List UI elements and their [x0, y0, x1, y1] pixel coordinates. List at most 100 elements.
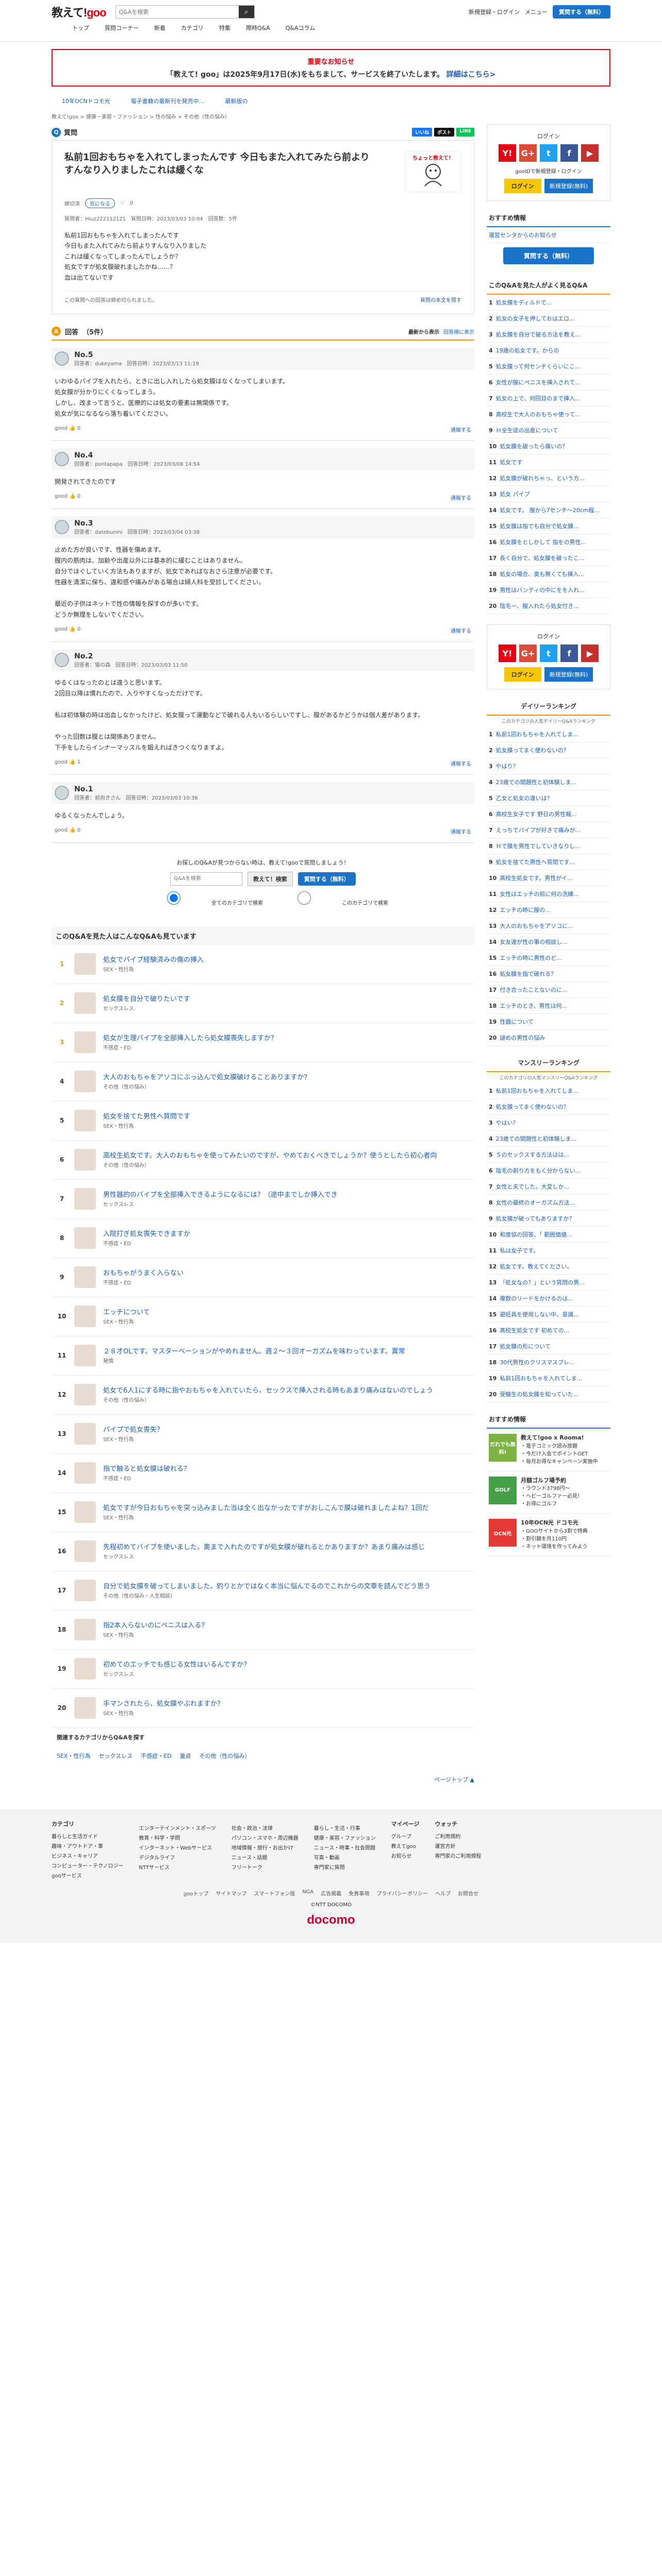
- breadcrumb[interactable]: 教えて!goo > 健康・美容・ファッション > 性の悩み > その他（性の悩み…: [52, 108, 610, 124]
- side-list-item[interactable]: 5 処女膜って何センチくらいにこ...: [487, 359, 610, 375]
- footer-bottom-link[interactable]: サイトマップ: [216, 1889, 247, 1897]
- side-list-item[interactable]: 15 処女膜は指でも自分で処女膜...: [487, 518, 610, 534]
- side-list-item[interactable]: 9 処女膜が破ってもありますか？: [487, 1211, 610, 1227]
- report-link[interactable]: 通報する: [451, 626, 471, 634]
- related-item[interactable]: 2 処女膜を自分で破りたいです セックスレス: [52, 984, 474, 1023]
- side-list-item[interactable]: 14 複数のリードをかけるのは...: [487, 1291, 610, 1307]
- related-item[interactable]: 20 手マンされたら、処女膜やぶれますか？ SEX・性行為: [52, 1689, 474, 1728]
- related-item[interactable]: 18 指2本入らないのにペニスは入る？ SEX・性行為: [52, 1611, 474, 1650]
- side-list-item[interactable]: 17 付き合ったことないのに...: [487, 982, 610, 998]
- side-list-item[interactable]: 3 やはい？: [487, 1115, 610, 1131]
- side-list-item[interactable]: 14 処女です。 膣から7センチ〜20cm程...: [487, 502, 610, 518]
- cta-search-button[interactable]: 教えて！検索: [247, 871, 293, 886]
- footer-link[interactable]: 教育・科学・学問: [139, 1833, 216, 1842]
- related-title[interactable]: 処女膜を自分で破りたいです: [103, 995, 190, 1004]
- related-title[interactable]: 男性器的のパイプを全部挿入できるようになるには？（途中までしか挿入でき: [103, 1191, 338, 1200]
- side-list-item[interactable]: 16 高校生処女です 初めての...: [487, 1323, 610, 1338]
- side-list-item[interactable]: 9 処女を捨てた男性へ質問です...: [487, 854, 610, 870]
- related-item[interactable]: 13 パイプで処女喪失？ SEX・性行為: [52, 1415, 474, 1454]
- login-link[interactable]: 新規登録・ログイン: [469, 8, 520, 16]
- related-title[interactable]: 大人のおもちゃをアソコにぶっ込んで処女膜破けることありますか？: [103, 1073, 310, 1082]
- twitter-login-icon[interactable]: t: [540, 645, 557, 662]
- ad-item[interactable]: だれでも無料! 教えて!goo x Rooma! ・電子コミック読み放題 ・今だけ入会…: [487, 1429, 610, 1471]
- facebook-share-button[interactable]: いいね: [412, 128, 433, 137]
- side-list-item[interactable]: 5 乙女と処女の違いは？: [487, 790, 610, 806]
- side-list-item[interactable]: 7 女性と夫でした。大変しか...: [487, 1179, 610, 1195]
- related-title[interactable]: 処女ですが今日おもちゃを突っ込みました当は全く出なかったですがおしこんで膜は破れ…: [103, 1504, 429, 1513]
- footer-bottom-link[interactable]: プライバシーポリシー: [376, 1889, 428, 1897]
- category-link[interactable]: その他（性の悩み）: [200, 1752, 251, 1760]
- category-link[interactable]: SEX・性行為: [57, 1752, 90, 1760]
- other-login-icon[interactable]: ▶: [581, 144, 599, 162]
- footer-link[interactable]: エンターテインメント・スポーツ: [139, 1823, 216, 1833]
- radio-this-category[interactable]: このカテゴリで検索: [268, 891, 388, 906]
- side-list-item[interactable]: 2 処女膜ってまく使わないの？: [487, 742, 610, 758]
- side-list-item[interactable]: 18 処女の場合、奥も無くても挿入...: [487, 566, 610, 582]
- related-title[interactable]: 指で触ると処女膜は破れる？: [103, 1465, 190, 1474]
- side-list-item[interactable]: 19 性器について: [487, 1014, 610, 1030]
- side-list-item[interactable]: 1 私前1回おもちゃを入れてしま...: [487, 1083, 610, 1099]
- related-title[interactable]: 初めてのエッチでも感じる女性はいるんですか？: [103, 1660, 250, 1670]
- footer-link[interactable]: グループ: [391, 1831, 420, 1841]
- side-list-item[interactable]: 12 処女膜が破れちゃっ、という方...: [487, 470, 610, 486]
- related-title[interactable]: おもちゃがうまく入らない: [103, 1269, 184, 1278]
- google-login-icon[interactable]: G+: [519, 645, 537, 662]
- footer-bottom-link[interactable]: スマートフォン版: [254, 1889, 295, 1897]
- related-title[interactable]: 手マンされたら、処女膜やぶれますか？: [103, 1700, 224, 1709]
- page-top-link[interactable]: ページトップ: [434, 1776, 468, 1783]
- related-title[interactable]: 処女が生理パイプを全部挿入したら処女膜喪失しますか？: [103, 1034, 277, 1043]
- related-item[interactable]: 15 処女ですが今日おもちゃを突っ込みました当は全く出なかったですがおしこんで膜は…: [52, 1493, 474, 1532]
- footer-link[interactable]: ご利用規約: [435, 1831, 481, 1841]
- side-list-item[interactable]: 8 高校生で大人のおもちゃ使って...: [487, 406, 610, 422]
- footer-bottom-link[interactable]: 免責事項: [349, 1889, 369, 1897]
- facebook-login-icon[interactable]: f: [560, 144, 578, 162]
- side-list-item[interactable]: 15 エッチの時に男性のど...: [487, 950, 610, 966]
- related-title[interactable]: エッチについて: [103, 1308, 150, 1317]
- footer-link[interactable]: gooサービス: [52, 1870, 123, 1880]
- search-icon[interactable]: ⌕: [238, 6, 254, 18]
- notice-detail-link[interactable]: 詳細はこちら>: [446, 71, 496, 79]
- related-item[interactable]: 3 処女が生理パイプを全部挿入したら処女膜喪失しますか？ 不感症・ED: [52, 1023, 474, 1062]
- side-list-item[interactable]: 7 処女の上で、何回目のまで挿入...: [487, 391, 610, 406]
- good-button[interactable]: good: [55, 626, 68, 632]
- related-item[interactable]: 17 自分で処女膜を破ってしまいました。釣りとかではなく本当に悩んでるのでこれから…: [52, 1571, 474, 1611]
- related-title[interactable]: ２８才OLです。マスターベーションがやめれません。週２〜３回オーガズムを味わって…: [103, 1347, 405, 1357]
- footer-link[interactable]: お知らせ: [391, 1851, 420, 1860]
- related-item[interactable]: 19 初めてのエッチでも感じる女性はいるんですか？ セックスレス: [52, 1650, 474, 1689]
- related-title[interactable]: パイプで処女喪失？: [103, 1426, 163, 1435]
- related-item[interactable]: 6 高校生処女です。大人のおもちゃを使ってみたいのですが、やめておくべきでしょうか…: [52, 1141, 474, 1180]
- footer-link[interactable]: ビジネス・キャリア: [52, 1851, 123, 1860]
- report-link[interactable]: 通報する: [451, 827, 471, 835]
- category-link[interactable]: 童貞: [180, 1752, 191, 1760]
- good-button[interactable]: good: [55, 827, 68, 833]
- footer-link[interactable]: ニュース・話題: [231, 1852, 299, 1862]
- footer-link[interactable]: 専門家に質問: [314, 1862, 376, 1872]
- footer-link[interactable]: 趣味・アウトドア・車: [52, 1841, 123, 1851]
- google-login-icon[interactable]: G+: [519, 144, 537, 162]
- login-button-2[interactable]: ログイン: [504, 667, 541, 682]
- side-list-item[interactable]: 4 23歳での間題性と初体験しま...: [487, 1131, 610, 1147]
- sort-order[interactable]: 回答順に表示: [443, 328, 474, 335]
- related-item[interactable]: 5 処女を捨てた男性へ質問です SEX・性行為: [52, 1101, 474, 1141]
- related-item[interactable]: 7 男性器的のパイプを全部挿入できるようになるには？（途中までしか挿入でき セックス…: [52, 1180, 474, 1219]
- other-login-icon[interactable]: ▶: [581, 645, 599, 662]
- side-list-item[interactable]: 13 処女 パイプ: [487, 486, 610, 502]
- side-list-item[interactable]: 8 Ｈで膜を男性でしていきなりし...: [487, 838, 610, 854]
- related-item[interactable]: 11 ２８才OLです。マスターベーションがやめれません。週２〜３回オーガズムを味わ…: [52, 1336, 474, 1376]
- promo-link-3[interactable]: 最新版の: [225, 97, 248, 105]
- footer-link[interactable]: 専門家のご利用規程: [435, 1851, 481, 1860]
- site-logo[interactable]: 教えて!goo: [52, 4, 107, 20]
- footer-link[interactable]: 社会・政治・法律: [231, 1823, 299, 1833]
- nav-feature[interactable]: 特集: [219, 24, 230, 41]
- nav-top[interactable]: トップ: [72, 24, 89, 41]
- cta-search-input[interactable]: [170, 872, 243, 886]
- footer-link[interactable]: インターネット・Webサービス: [139, 1842, 216, 1852]
- sort-newest[interactable]: 最新から表示: [408, 328, 439, 335]
- related-title[interactable]: 入院打ぎ処女喪失できますか: [103, 1230, 190, 1239]
- side-list-item[interactable]: 2 処女膜ってまく使わないの？: [487, 1099, 610, 1115]
- category-link[interactable]: セックスレス: [98, 1752, 133, 1760]
- nav-questions[interactable]: 質問コーナー: [105, 24, 139, 41]
- side-list-item[interactable]: 4 23歳での間題性と初体験しま...: [487, 774, 610, 790]
- side-list-item[interactable]: 18 30代男性のクリスマスプレ...: [487, 1354, 610, 1370]
- side-list-item[interactable]: 18 エッチのとき、男性は何...: [487, 998, 610, 1014]
